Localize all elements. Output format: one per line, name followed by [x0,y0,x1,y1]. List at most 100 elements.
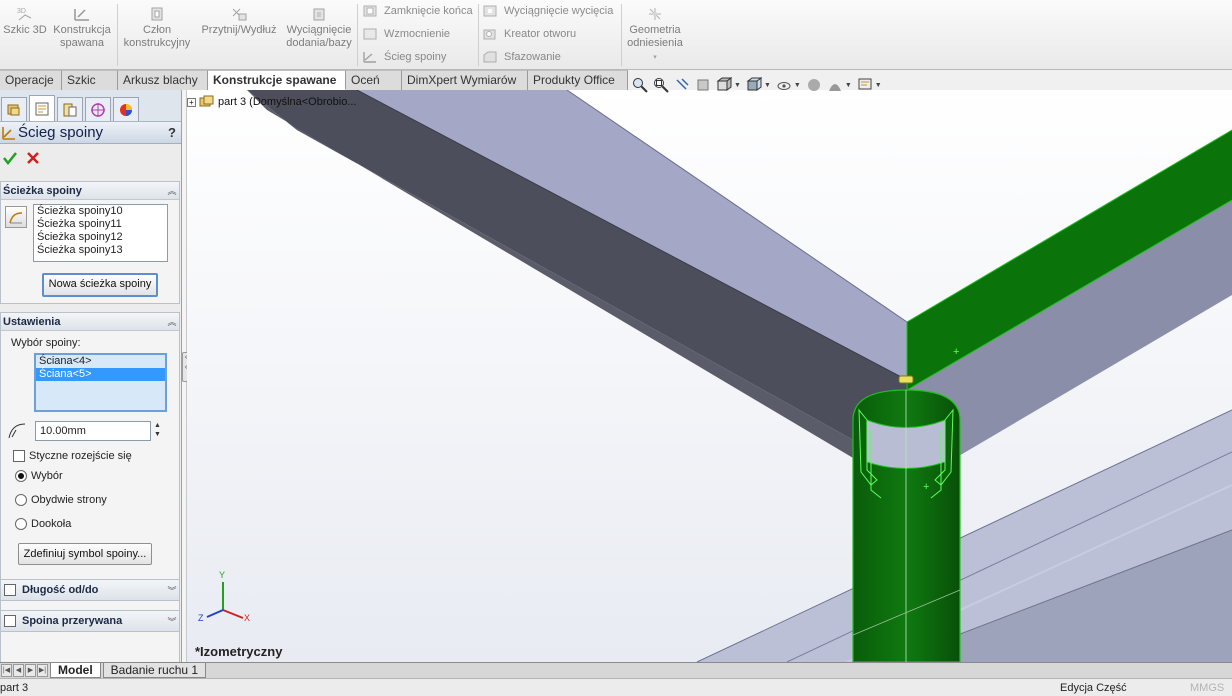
weld-structure-button[interactable]: Konstrukcja spawana [50,6,114,50]
weld-path-list[interactable]: Ścieżka spoiny10 Ścieżka spoiny11 Ścieżk… [33,204,168,262]
extruded-cut-label: Wyciągnięcie wycięcia [504,5,614,17]
chevron-up-icon[interactable]: ︽ [165,184,179,197]
spin-up-icon[interactable]: ▲ [152,421,163,430]
last-tab-button[interactable]: ▶| [37,664,48,677]
weld-bead-icon [2,126,15,140]
tab-sheet-metal[interactable]: Arkusz blachy [118,70,208,90]
zoom-to-area-icon[interactable] [653,77,669,93]
chevron-down-icon[interactable]: ︾ [165,615,179,628]
new-weld-path-button[interactable]: Nowa ścieżka spoiny [42,273,158,297]
edit-appearance-icon[interactable] [806,77,822,93]
extruded-cut-icon [483,5,497,17]
weld-path-group-header[interactable]: Ścieżka spoiny ︽ [1,182,179,200]
selection-radio[interactable] [15,470,27,482]
feature-manager-tab[interactable] [1,97,27,121]
tangent-propagation-checkbox[interactable] [13,450,25,462]
previous-view-icon[interactable] [674,77,690,93]
chevron-up-icon[interactable]: ︽ [165,315,179,328]
ribbon-separator [621,4,622,66]
define-weld-symbol-button[interactable]: Zdefiniuj symbol spoiny... [18,543,152,565]
weld-bead-button[interactable]: Ścieg spoiny [362,47,446,67]
graphics-area[interactable]: + + Y X Z + part 3 (Domyślna<Obrobio... [187,90,1232,662]
chevron-down-icon[interactable]: ︾ [165,584,179,597]
reference-geometry-label-2: odniesienia [627,37,683,49]
ok-check-icon[interactable] [2,150,18,166]
tab-dimxpert[interactable]: DimXpert Wymiarów [402,70,528,90]
flyout-feature-tree[interactable]: + part 3 (Domyślna<Obrobio... [187,95,356,109]
vertical-post[interactable]: + [852,375,961,662]
structural-member-button[interactable]: Człon konstrukcyjny [120,6,194,50]
extruded-boss-button[interactable]: Wyciągnięcie dodania/bazy [284,6,354,50]
tab-weldments[interactable]: Konstrukcje spawane [208,70,346,90]
previous-tab-button[interactable]: ◀ [13,664,24,677]
chamfer-button[interactable]: Sfazowanie [482,47,561,67]
tab-features[interactable]: Operacje [0,70,62,90]
list-item[interactable]: Ścieżka spoiny11 [37,218,167,231]
sketch3d-button[interactable]: 3D Szkic 3D [3,6,47,37]
weld-anchor-marker[interactable] [898,375,914,384]
display-manager-tab[interactable] [113,97,139,121]
tab-motion-study[interactable]: Badanie ruchu 1 [102,663,207,678]
trim-extend-icon [232,8,247,21]
property-manager-tab[interactable] [29,95,55,121]
settings-group-header[interactable]: Ustawienia ︽ [1,313,179,331]
cancel-x-icon[interactable] [26,151,40,165]
list-item[interactable]: Ścieżka spoiny13 [37,244,167,257]
selection-radio-label: Wybór [31,470,63,482]
next-tab-button[interactable]: ▶ [25,664,36,677]
trim-extend-label: Przytnij/Wydłuż [201,24,277,36]
tab-sketch[interactable]: Szkic [62,70,118,90]
view-orientation-icon[interactable] [716,77,732,93]
list-item[interactable]: Ściana<4> [39,355,165,368]
weld-selection-list[interactable]: Ściana<4> Ściana<5> [34,353,167,412]
weld-bead-icon [363,52,376,63]
spin-down-icon[interactable]: ▼ [152,430,163,439]
chevron-down-icon[interactable]: ▼ [875,82,882,89]
from-to-length-checkbox[interactable] [4,584,16,596]
sketch3d-label: Szkic 3D [3,24,47,36]
status-units[interactable]: MMGS [1190,682,1224,694]
both-sides-radio[interactable] [15,494,27,506]
gusset-button[interactable]: Wzmocnienie [362,24,450,44]
weld-path-selector-button[interactable] [5,206,27,228]
list-item[interactable]: Ścieżka spoiny12 [37,231,167,244]
tab-model[interactable]: Model [50,663,101,678]
from-to-length-group[interactable]: Długość od/do ︾ [0,579,180,601]
weld-path-group: Ścieżka spoiny ︽ Ścieżka spoiny10 Ścieżk… [0,181,180,304]
end-cap-button[interactable]: Zamknięcie końca [362,1,473,21]
reference-geometry-button[interactable]: Geometria odniesienia ▾ [624,6,686,64]
view-settings-icon[interactable] [857,77,873,93]
chevron-down-icon[interactable]: ▼ [794,82,801,89]
display-style-icon[interactable] [746,77,762,93]
apply-scene-icon[interactable] [827,77,843,93]
chevron-down-icon[interactable]: ▼ [764,82,771,89]
intermittent-weld-group[interactable]: Spoina przerywana ︾ [0,610,180,632]
hole-wizard-button[interactable]: Kreator otworu [482,24,576,44]
configuration-manager-tab[interactable] [57,97,83,121]
tab-evaluate[interactable]: Oceń [346,70,402,90]
dimxpert-manager-tab[interactable] [85,97,111,121]
all-around-radio[interactable] [15,518,27,530]
bead-size-input[interactable]: 10.00mm [35,421,151,441]
tab-office-products[interactable]: Produkty Office [528,70,628,90]
zoom-to-fit-icon[interactable] [632,77,648,93]
trim-extend-button[interactable]: Przytnij/Wydłuż [198,6,280,37]
list-item[interactable]: Ściana<5> [36,368,165,381]
first-tab-button[interactable]: |◀ [1,664,12,677]
tangent-propagation-label: Styczne rozejście się [29,450,132,462]
chevron-down-icon[interactable]: ▼ [845,82,852,89]
list-item[interactable]: Ścieżka spoiny10 [37,205,167,218]
expand-icon[interactable]: + [187,97,196,107]
bead-size-spinner[interactable]: ▲ ▼ [152,421,163,441]
chevron-down-icon[interactable]: ▼ [734,82,741,89]
property-manager-header: Ścieg spoiny ? [0,122,181,144]
part-tree-label[interactable]: part 3 (Domyślna<Obrobio... [218,96,356,108]
intermittent-weld-checkbox[interactable] [4,615,16,627]
extruded-cut-button[interactable]: Wyciągnięcie wycięcia [482,1,613,21]
hide-show-items-icon[interactable] [776,77,792,93]
dimxpert-icon [91,102,105,117]
section-view-icon[interactable] [695,77,711,93]
reference-geometry-icon [649,8,661,20]
help-button[interactable]: ? [163,125,181,140]
both-sides-radio-label: Obydwie strony [31,494,107,506]
